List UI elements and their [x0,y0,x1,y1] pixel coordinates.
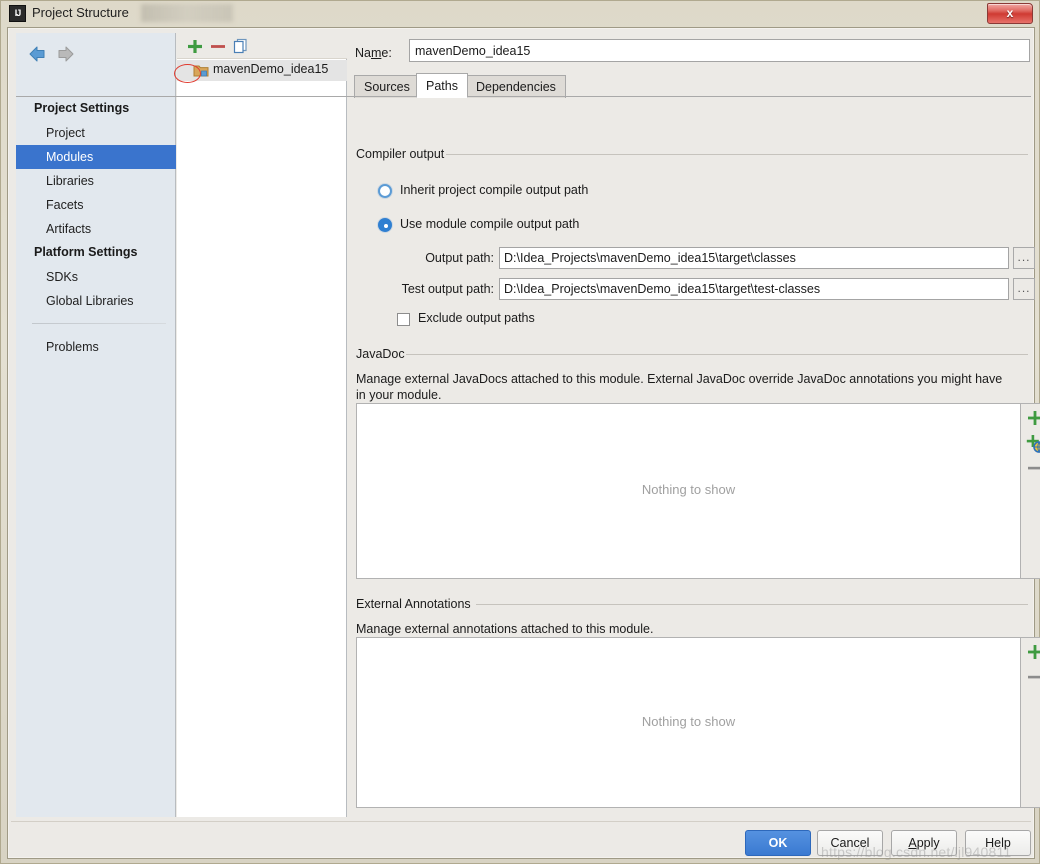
paths-tab-page: Compiler output Inherit project compile … [354,99,1040,819]
javadoc-empty-text: Nothing to show [641,482,736,497]
apply-button[interactable]: Apply [891,830,957,856]
external-annotations-empty-text: Nothing to show [641,713,736,729]
minus-icon [1028,675,1040,679]
cancel-button[interactable]: Cancel [817,830,883,856]
apply-button-rest: pply [916,836,940,850]
plus-icon [1028,645,1040,659]
close-icon: x [1006,6,1014,20]
sidebar-divider [32,323,166,324]
title-bar: IJ Project Structure x [1,1,1040,27]
javadoc-group-title: JavaDoc [356,347,411,361]
forward-arrow-icon[interactable] [53,43,77,65]
copy-icon [233,38,247,54]
plus-icon [1028,411,1040,425]
intellij-idea-icon: IJ [9,5,26,22]
external-annotations-group-title: External Annotations [356,597,477,611]
module-folder-icon [193,63,209,78]
ok-button[interactable]: OK [745,830,811,856]
settings-sidebar: Project Settings Platform Settings Proje… [16,33,176,817]
output-path-browse-button[interactable]: ... [1013,247,1035,269]
javadoc-list-toolbar [1021,403,1040,579]
javadoc-group-line [406,354,1028,355]
copy-module-button[interactable] [231,37,251,56]
module-name-input[interactable] [409,39,1030,62]
test-output-path-label: Test output path: [401,282,494,296]
add-module-button[interactable] [185,37,205,56]
external-annotations-group-line [476,604,1028,605]
tab-strip-underline [16,96,1031,97]
remove-annotation-button[interactable] [1024,666,1040,688]
dialog-client-area: Project Settings Platform Settings Proje… [7,27,1040,859]
dialog-content: Project Settings Platform Settings Proje… [11,31,1040,819]
module-list-item[interactable]: mavenDemo_idea15 [177,60,347,81]
sidebar-item-artifacts[interactable]: Artifacts [16,217,176,241]
sidebar-item-modules[interactable]: Modules [16,145,176,169]
compiler-output-group-line [446,154,1028,155]
modules-toolbar [177,33,347,59]
exclude-output-paths-checkbox[interactable] [397,313,410,326]
sidebar-group-platform-settings: Platform Settings [34,245,138,259]
inherit-output-path-radio[interactable] [378,184,392,198]
add-javadoc-path-button[interactable] [1024,407,1040,429]
output-path-label: Output path: [425,251,494,265]
dialog-button-bar: OK Cancel Apply Help [11,821,1031,857]
module-tabs: Sources Paths Dependencies [354,73,1030,98]
plus-icon [188,40,202,53]
add-javadoc-url-button[interactable] [1024,432,1040,454]
sidebar-item-libraries[interactable]: Libraries [16,169,176,193]
external-annotations-toolbar [1021,637,1040,808]
use-module-output-path-radio[interactable] [378,218,392,232]
add-annotation-button[interactable] [1024,641,1040,663]
compiler-output-group-title: Compiler output [356,147,451,161]
inherit-output-path-label: Inherit project compile output path [400,183,589,197]
window-title: Project Structure [32,5,129,20]
sidebar-item-project[interactable]: Project [16,121,176,145]
tab-sources[interactable]: Sources [354,75,420,98]
name-field-label: Name: [355,46,392,60]
external-annotations-description: Manage external annotations attached to … [356,622,654,636]
output-path-input[interactable] [499,247,1009,269]
sidebar-item-sdks[interactable]: SDKs [16,265,176,289]
remove-module-button[interactable] [208,37,228,56]
remove-javadoc-button[interactable] [1024,457,1040,479]
sidebar-item-facets[interactable]: Facets [16,193,176,217]
minus-icon [211,45,225,48]
project-structure-window: IJ Project Structure x Project Settings … [0,0,1040,864]
sidebar-item-problems[interactable]: Problems [16,335,176,359]
plus-url-icon [1026,435,1040,454]
title-bar-blurred-region [141,4,233,22]
external-annotations-list[interactable]: Nothing to show [356,637,1021,808]
module-list-item-label: mavenDemo_idea15 [213,62,329,76]
navigation-arrows [26,43,77,65]
javadoc-list[interactable]: Nothing to show [356,403,1021,579]
sidebar-item-global-libraries[interactable]: Global Libraries [16,289,176,313]
back-arrow-icon[interactable] [26,43,50,65]
test-output-path-input[interactable] [499,278,1009,300]
close-button[interactable]: x [987,3,1033,24]
use-module-output-path-label: Use module compile output path [400,217,580,231]
test-output-path-browse-button[interactable]: ... [1013,278,1035,300]
exclude-output-paths-label: Exclude output paths [418,311,535,325]
javadoc-description: Manage external JavaDocs attached to thi… [356,372,1003,402]
tab-paths[interactable]: Paths [416,73,468,98]
tab-dependencies[interactable]: Dependencies [466,75,566,98]
modules-panel: mavenDemo_idea15 [177,33,347,817]
sidebar-group-project-settings: Project Settings [34,101,130,115]
minus-icon [1028,466,1040,470]
help-button[interactable]: Help [965,830,1031,856]
